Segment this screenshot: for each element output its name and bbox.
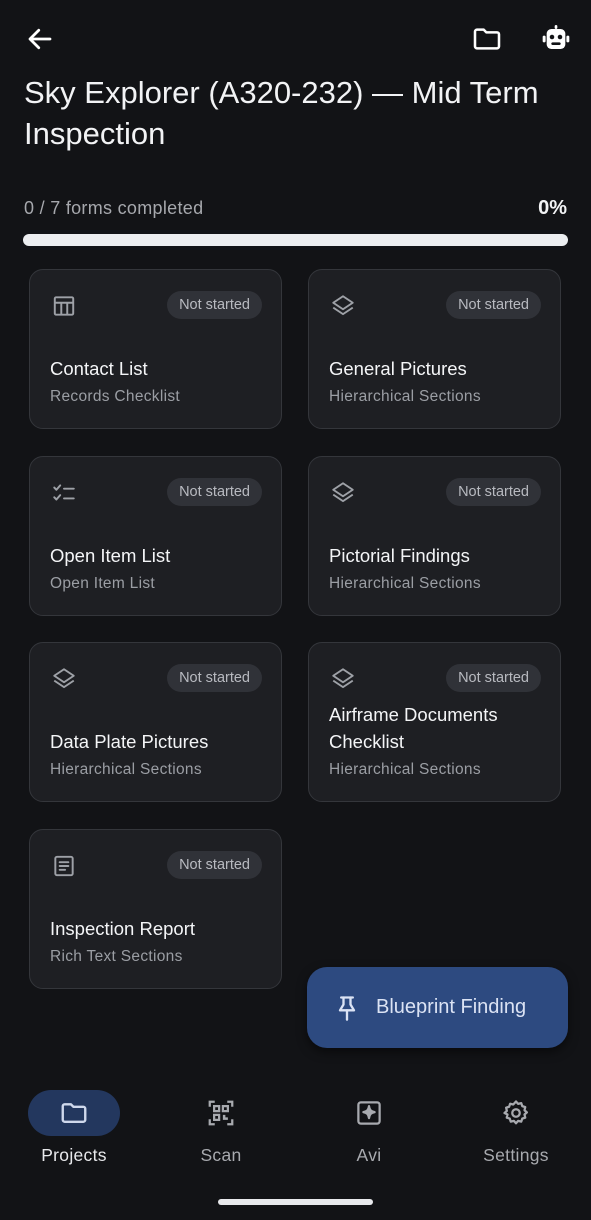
form-card-contact-list[interactable]: Not started Contact List Records Checkli…: [29, 269, 282, 429]
checklist-icon: [53, 484, 75, 501]
status-badge: Not started: [167, 478, 262, 506]
nav-label: Scan: [200, 1145, 242, 1165]
nav-label: Settings: [483, 1145, 549, 1165]
folder-button[interactable]: [465, 17, 509, 61]
form-title: Pictorial Findings: [329, 545, 470, 566]
layers-icon: [53, 668, 75, 689]
form-card-data-plate-pictures[interactable]: Not started Data Plate Pictures Hierarch…: [29, 642, 282, 802]
assistant-button[interactable]: [534, 17, 578, 61]
status-badge: Not started: [167, 851, 262, 879]
form-card-airframe-documents-checklist[interactable]: Not started Airframe Documents Checklist…: [308, 642, 561, 802]
folder-icon: [473, 28, 501, 50]
form-type: Hierarchical Sections: [50, 761, 202, 778]
form-type: Hierarchical Sections: [329, 761, 481, 778]
document-icon: [54, 855, 74, 877]
blueprint-finding-label: Blueprint Finding: [376, 996, 527, 1018]
robot-icon: [542, 25, 570, 49]
back-button[interactable]: [18, 17, 62, 61]
form-card-pictorial-findings[interactable]: Not started Pictorial Findings Hierarchi…: [308, 456, 561, 616]
form-title: Airframe Documents Checklist: [329, 704, 498, 752]
pin-icon: [338, 995, 356, 1021]
form-card-general-pictures[interactable]: Not started General Pictures Hierarchica…: [308, 269, 561, 429]
nav-item-avi[interactable]: Avi: [295, 1090, 443, 1170]
layers-icon: [332, 295, 354, 316]
form-title: Contact List: [50, 358, 148, 379]
status-badge: Not started: [446, 478, 541, 506]
nav-item-projects[interactable]: Projects: [0, 1090, 148, 1170]
form-title: General Pictures: [329, 358, 467, 379]
page-title: Sky Explorer (A320-232) — Mid Term Inspe…: [24, 75, 539, 151]
status-badge: Not started: [167, 664, 262, 692]
nav-label: Avi: [356, 1145, 382, 1165]
status-badge: Not started: [167, 291, 262, 319]
status-badge: Not started: [446, 291, 541, 319]
folder-icon: [61, 1103, 87, 1123]
form-title: Data Plate Pictures: [50, 731, 209, 752]
form-title: Open Item List: [50, 545, 171, 566]
arrow-left-icon: [28, 28, 52, 50]
progress-label: 0 / 7 forms completed: [24, 198, 204, 218]
form-card-open-item-list[interactable]: Not started Open Item List Open Item Lis…: [29, 456, 282, 616]
nav-label: Projects: [41, 1145, 107, 1165]
form-title: Inspection Report: [50, 918, 196, 939]
top-app-bar: [0, 0, 591, 80]
progress-bar: [23, 234, 568, 246]
progress-percent: 0%: [538, 197, 567, 219]
nav-item-scan[interactable]: Scan: [147, 1090, 295, 1170]
layers-icon: [332, 482, 354, 503]
blueprint-finding-button[interactable]: Blueprint Finding: [307, 967, 568, 1048]
table-icon: [53, 296, 75, 316]
home-indicator[interactable]: [218, 1199, 373, 1205]
layers-icon: [332, 668, 354, 689]
form-type: Rich Text Sections: [50, 948, 183, 965]
nav-item-settings[interactable]: Settings: [442, 1090, 590, 1170]
qr-code-icon: [208, 1100, 234, 1126]
form-type: Hierarchical Sections: [329, 575, 481, 592]
form-card-inspection-report[interactable]: Not started Inspection Report Rich Text …: [29, 829, 282, 989]
form-type: Records Checklist: [50, 388, 181, 405]
form-type: Open Item List: [50, 575, 155, 592]
form-type: Hierarchical Sections: [329, 388, 481, 405]
bottom-navigation: Projects Scan Avi Settings: [0, 1080, 591, 1180]
sparkle-icon: [357, 1101, 381, 1125]
status-badge: Not started: [446, 664, 541, 692]
settings-icon: [503, 1100, 528, 1125]
